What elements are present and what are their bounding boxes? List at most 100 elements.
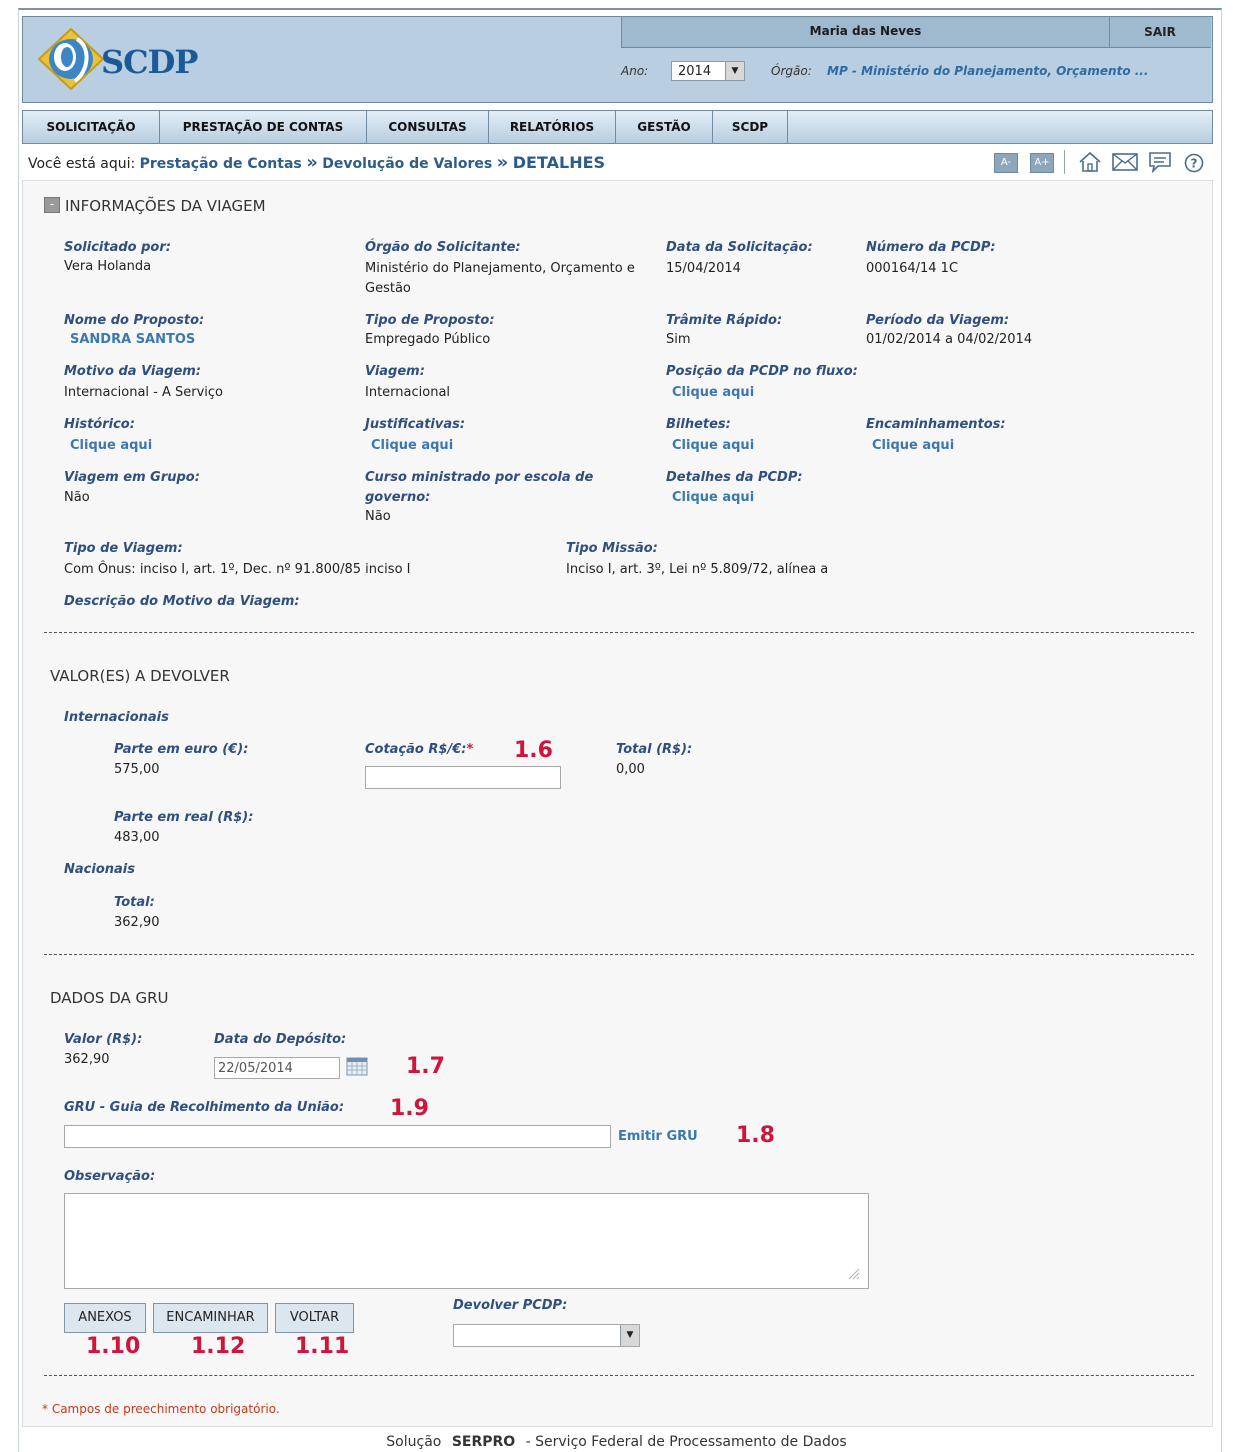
nome-proposto-label: Nome do Proposto: — [64, 313, 205, 328]
tramite-rapido-label: Trâmite Rápido: — [666, 313, 783, 328]
gru-valor-label: Valor (R$): — [64, 1032, 143, 1047]
year-value: 2014 — [678, 64, 712, 79]
numero-pcdp-value: 000164/14 1C — [866, 261, 959, 276]
encaminhar-button[interactable]: ENCAMINHAR — [153, 1303, 268, 1333]
breadcrumb: Você está aqui: Prestação de Contas » De… — [28, 152, 605, 173]
total-label: Total (R$): — [616, 742, 693, 757]
annotation-1-8: 1.8 — [736, 1123, 775, 1148]
orgao-label: Órgão: — [771, 64, 812, 78]
gru-input[interactable] — [64, 1125, 611, 1148]
footer-suffix: - Serviço Federal de Processamento de Da… — [525, 1434, 847, 1450]
breadcrumb-item-devolucao[interactable]: Devolução de Valores — [322, 156, 492, 172]
scdp-logo-icon — [37, 27, 105, 91]
section-divider — [44, 632, 1194, 633]
devolver-pcdp-select[interactable]: ▼ — [453, 1324, 640, 1347]
nav-item-scdp[interactable]: SCDP — [713, 111, 788, 143]
toolbar-divider — [1064, 150, 1065, 174]
orgao-solicitante-value: Ministério do Planejamento, Orçamento e — [365, 261, 635, 276]
data-deposito-input[interactable] — [214, 1057, 340, 1079]
annotation-1-9: 1.9 — [390, 1096, 429, 1121]
required-mark: * — [466, 742, 474, 757]
chat-icon[interactable] — [1148, 151, 1172, 173]
user-name: Maria das Neves — [621, 17, 1110, 47]
chevron-down-icon[interactable]: ▼ — [725, 62, 744, 80]
section-divider — [44, 1375, 1194, 1376]
breadcrumb-prefix: Você está aqui: — [28, 156, 136, 172]
posicao-pcdp-link[interactable]: Clique aqui — [672, 385, 754, 400]
curso-label-line2: governo: — [365, 490, 431, 505]
orgao-value[interactable]: MP - Ministério do Planejamento, Orçamen… — [827, 64, 1148, 78]
observacao-label: Observação: — [64, 1169, 156, 1184]
main-nav: SOLICITAÇÃO PRESTAÇÃO DE CONTAS CONSULTA… — [22, 110, 1213, 144]
justificativas-label: Justificativas: — [365, 417, 466, 432]
font-increase-button[interactable]: A+ — [1030, 153, 1054, 173]
nav-item-prestacao-de-contas[interactable]: PRESTAÇÃO DE CONTAS — [160, 111, 367, 143]
viagem-value: Internacional — [365, 385, 451, 400]
annotation-1-7: 1.7 — [406, 1054, 445, 1079]
curso-value: Não — [365, 509, 391, 524]
nome-proposto-link[interactable]: SANDRA SANTOS — [70, 332, 195, 347]
historico-label: Histórico: — [64, 417, 135, 432]
tipo-proposto-value: Empregado Público — [365, 332, 491, 347]
encaminhamentos-link[interactable]: Clique aqui — [872, 438, 954, 453]
numero-pcdp-label: Número da PCDP: — [866, 240, 996, 255]
calendar-icon[interactable] — [346, 1056, 368, 1076]
nav-item-relatorios[interactable]: RELATÓRIOS — [489, 111, 616, 143]
footer-prefix: Solução — [386, 1434, 442, 1450]
tipo-proposto-label: Tipo de Proposto: — [365, 313, 495, 328]
data-solicitacao-value: 15/04/2014 — [666, 261, 741, 276]
home-icon[interactable] — [1078, 151, 1102, 173]
viagem-label: Viagem: — [365, 364, 425, 379]
annotation-1-12: 1.12 — [191, 1334, 246, 1359]
detalhes-pcdp-label: Detalhes da PCDP: — [666, 470, 803, 485]
tramite-rapido-value: Sim — [666, 332, 691, 347]
resize-grip-icon[interactable] — [846, 1266, 860, 1280]
voltar-button[interactable]: VOLTAR — [275, 1303, 354, 1333]
app-header: SCDP Maria das Neves SAIR Ano: 2014 ▼ Ór… — [22, 16, 1213, 103]
euro-value: 575,00 — [114, 762, 160, 777]
detalhes-pcdp-link[interactable]: Clique aqui — [672, 490, 754, 505]
anexos-button[interactable]: ANEXOS — [64, 1303, 146, 1333]
nav-item-solicitacao[interactable]: SOLICITAÇÃO — [23, 111, 160, 143]
real-value: 483,00 — [114, 830, 160, 845]
breadcrumb-separator-icon: » — [306, 152, 318, 173]
historico-link[interactable]: Clique aqui — [70, 438, 152, 453]
chevron-down-icon[interactable]: ▼ — [620, 1325, 639, 1346]
section-title-gru: DADOS DA GRU — [50, 989, 169, 1007]
nacionais-total-value: 362,90 — [114, 915, 160, 930]
posicao-pcdp-label: Posição da PCDP no fluxo: — [666, 364, 858, 379]
mail-icon[interactable] — [1112, 153, 1138, 171]
nav-item-gestao[interactable]: GESTÃO — [616, 111, 713, 143]
year-select[interactable]: 2014 ▼ — [671, 61, 745, 81]
periodo-viagem-value: 01/02/2014 a 04/02/2014 — [866, 332, 1033, 347]
cotacao-input[interactable] — [365, 766, 561, 789]
observacao-textarea[interactable] — [64, 1193, 869, 1289]
justificativas-link[interactable]: Clique aqui — [371, 438, 453, 453]
data-deposito-label: Data do Depósito: — [214, 1032, 347, 1047]
descricao-motivo-label: Descrição do Motivo da Viagem: — [64, 594, 300, 609]
euro-label: Parte em euro (€): — [114, 742, 249, 757]
help-icon[interactable]: ? — [1184, 153, 1204, 173]
nacionais-total-label: Total: — [114, 895, 155, 910]
orgao-solicitante-label: Órgão do Solicitante: — [365, 240, 521, 255]
bilhetes-link[interactable]: Clique aqui — [672, 438, 754, 453]
internacionais-heading: Internacionais — [64, 710, 169, 725]
annotation-1-11: 1.11 — [295, 1334, 350, 1359]
logout-button[interactable]: SAIR — [1109, 17, 1211, 47]
annotation-1-6: 1.6 — [514, 738, 553, 763]
encaminhamentos-label: Encaminhamentos: — [866, 417, 1006, 432]
collapse-icon[interactable]: - — [44, 197, 60, 213]
font-decrease-button[interactable]: A- — [994, 153, 1018, 173]
cotacao-label: Cotação R$/€:* — [365, 742, 473, 757]
breadcrumb-item-prestacao[interactable]: Prestação de Contas — [140, 156, 302, 172]
emitir-gru-link[interactable]: Emitir GRU — [618, 1129, 698, 1144]
user-bar: Maria das Neves SAIR — [621, 17, 1211, 48]
gru-valor-value: 362,90 — [64, 1052, 110, 1067]
nav-item-consultas[interactable]: CONSULTAS — [367, 111, 489, 143]
nacionais-heading: Nacionais — [64, 862, 135, 877]
breadcrumb-current: DETALHES — [512, 153, 606, 172]
solicitado-value: Vera Holanda — [64, 259, 152, 274]
total-value: 0,00 — [616, 762, 645, 777]
periodo-viagem-label: Período da Viagem: — [866, 313, 1010, 328]
scdp-logo[interactable]: SCDP — [31, 23, 201, 95]
